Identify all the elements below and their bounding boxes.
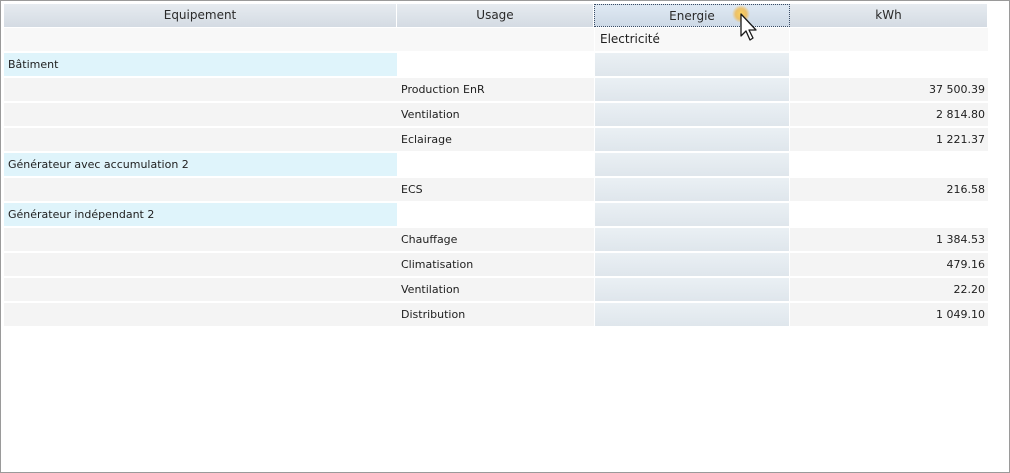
equipement-cell xyxy=(4,178,397,201)
pivot-grid: Equipement Usage Energie kWh Electricité… xyxy=(4,4,988,327)
kwh-cell: 479.16 xyxy=(790,253,988,276)
table-row[interactable]: Ventilation 22.20 xyxy=(4,278,988,302)
usage-cell: Climatisation xyxy=(397,253,594,276)
table-row[interactable]: Ventilation 2 814.80 xyxy=(4,103,988,127)
usage-cell: Ventilation xyxy=(397,278,594,301)
kwh-cell: 1 384.53 xyxy=(790,228,988,251)
kwh-cell: 1 221.37 xyxy=(790,128,988,151)
equipement-cell xyxy=(4,253,397,276)
energy-value-cell[interactable]: Electricité xyxy=(595,28,789,51)
usage-cell: Distribution xyxy=(397,303,594,326)
energie-cell xyxy=(595,228,789,251)
column-header-energie[interactable]: Energie xyxy=(594,4,790,27)
table-row[interactable]: Eclairage 1 221.37 xyxy=(4,128,988,152)
usage-cell: Chauffage xyxy=(397,228,594,251)
equipement-cell xyxy=(4,303,397,326)
energie-cell xyxy=(595,278,789,301)
column-header-equipement[interactable]: Equipement xyxy=(4,4,397,27)
equipement-cell xyxy=(4,278,397,301)
equipement-cell: Générateur avec accumulation 2 xyxy=(4,153,397,176)
equipement-cell: Bâtiment xyxy=(4,53,397,76)
energie-cell xyxy=(595,203,789,226)
energy-header-row: Electricité xyxy=(4,28,988,52)
kwh-cell: 2 814.80 xyxy=(790,103,988,126)
table-row[interactable]: Production EnR 37 500.39 xyxy=(4,78,988,102)
table-row[interactable]: Générateur avec accumulation 2 xyxy=(4,153,988,177)
table-row[interactable]: Distribution 1 049.10 xyxy=(4,303,988,327)
usage-cell: ECS xyxy=(397,178,594,201)
energie-cell xyxy=(595,128,789,151)
energie-cell xyxy=(595,103,789,126)
kwh-cell xyxy=(790,203,988,226)
energie-cell xyxy=(595,178,789,201)
equipement-cell xyxy=(4,228,397,251)
usage-cell xyxy=(397,203,594,226)
table-row[interactable]: ECS 216.58 xyxy=(4,178,988,202)
kwh-cell xyxy=(790,153,988,176)
column-header-usage[interactable]: Usage xyxy=(397,4,594,27)
energy-header-kwh-cell xyxy=(790,28,988,51)
energie-cell xyxy=(595,303,789,326)
energy-header-usage-cell xyxy=(397,28,594,51)
energie-cell xyxy=(595,253,789,276)
equipement-cell xyxy=(4,128,397,151)
table-row[interactable]: Chauffage 1 384.53 xyxy=(4,228,988,252)
table-row[interactable]: Climatisation 479.16 xyxy=(4,253,988,277)
energie-cell xyxy=(595,53,789,76)
pivot-grid-panel: Equipement Usage Energie kWh Electricité… xyxy=(0,0,1010,473)
kwh-cell: 1 049.10 xyxy=(790,303,988,326)
equipement-cell xyxy=(4,103,397,126)
kwh-cell: 37 500.39 xyxy=(790,78,988,101)
usage-cell: Ventilation xyxy=(397,103,594,126)
energie-cell xyxy=(595,78,789,101)
kwh-cell xyxy=(790,53,988,76)
table-row[interactable]: Générateur indépendant 2 xyxy=(4,203,988,227)
energy-header-equipement-cell xyxy=(4,28,397,51)
column-header-kwh[interactable]: kWh xyxy=(790,4,988,27)
usage-cell: Production EnR xyxy=(397,78,594,101)
column-header-row: Equipement Usage Energie kWh xyxy=(4,4,988,27)
usage-cell: Eclairage xyxy=(397,128,594,151)
usage-cell xyxy=(397,53,594,76)
kwh-cell: 22.20 xyxy=(790,278,988,301)
equipement-cell xyxy=(4,78,397,101)
usage-cell xyxy=(397,153,594,176)
equipement-cell: Générateur indépendant 2 xyxy=(4,203,397,226)
kwh-cell: 216.58 xyxy=(790,178,988,201)
energie-cell xyxy=(595,153,789,176)
table-row[interactable]: Bâtiment xyxy=(4,53,988,77)
